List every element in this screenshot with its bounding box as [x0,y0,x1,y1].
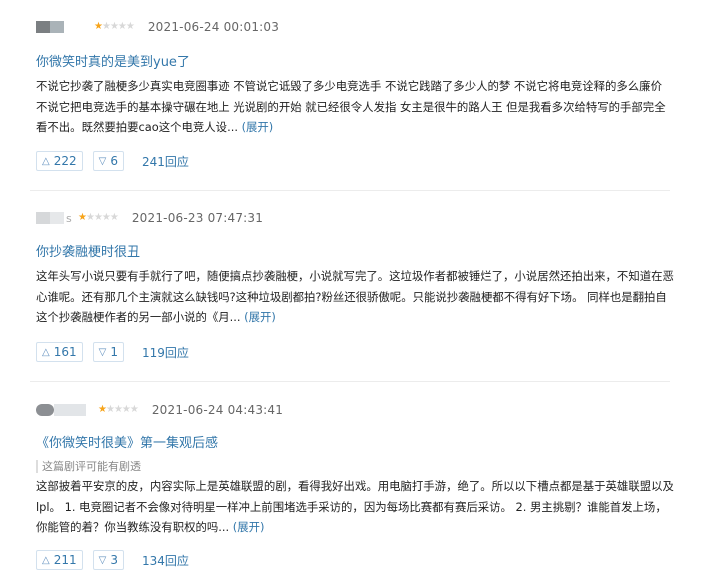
review-time: 2021-06-24 00:01:03 [147,20,280,34]
star-icon: ★ [125,21,135,32]
upvote-count: 161 [53,345,77,359]
review-body-text: 不说它抄袭了融梗多少真实电竞圈事迹 不管说它诋毁了多少电竞选手 不说它践踏了多少… [36,79,666,134]
expand-link[interactable]: (展开) [242,120,274,134]
downvote-count: 1 [110,345,118,359]
divider [30,190,670,191]
downvote-count: 3 [110,553,118,567]
star-icon: ★ [113,404,123,415]
review-body-text: 这部披着平安京的皮，内容实际上是英雄联盟的剧，看得我好出戏。用电脑打手游，绝了。… [36,479,674,534]
rating-stars: ★ ★ ★ ★ ★ [98,404,139,415]
review-meta: ★ ★ ★ ★ ★ 2021-06-24 00:01:03 [36,18,279,36]
star-icon: ★ [93,212,103,223]
review-actions: △ 161 ▽ 1 119回应 [36,342,189,362]
downvote-button[interactable]: ▽ 6 [92,151,124,171]
review-body: 不说它抄袭了融梗多少真实电竞圈事迹 不管说它诋毁了多少电竞选手 不说它践踏了多少… [36,76,676,138]
upvote-button[interactable]: △ 222 [36,151,83,171]
review-actions: △ 222 ▽ 6 241回应 [36,151,189,171]
rating-stars: ★ ★ ★ ★ ★ [78,212,119,223]
reply-link[interactable]: 119回应 [142,344,189,361]
star-icon: ★ [121,404,131,415]
reply-link[interactable]: 241回应 [142,153,189,170]
expand-link[interactable]: (展开) [233,520,265,534]
downvote-button[interactable]: ▽ 3 [92,550,124,570]
downvote-count: 6 [110,154,118,168]
upvote-button[interactable]: △ 161 [36,342,83,362]
review-title[interactable]: 你抄袭融梗时很丑 [36,241,140,260]
triangle-down-icon: ▽ [98,346,107,358]
review-body: 这年头写小说只要有手就行了吧，随便搞点抄袭融梗，小说就写完了。这垃圾作者都被锤烂… [36,266,676,328]
review-meta: ★ ★ ★ ★ ★ 2021-06-24 04:43:41 [36,401,283,419]
reply-link[interactable]: 134回应 [142,552,189,569]
avatar[interactable] [36,209,64,227]
review-time: 2021-06-23 07:47:31 [131,211,264,225]
upvote-count: 211 [53,553,77,567]
star-icon: ★ [94,21,103,32]
triangle-up-icon: △ [42,346,50,358]
star-icon: ★ [109,21,119,32]
star-icon: ★ [101,212,111,223]
upvote-button[interactable]: △ 211 [36,550,83,570]
divider [30,381,670,382]
triangle-down-icon: ▽ [98,554,107,566]
star-icon: ★ [101,21,111,32]
review-meta: s ★ ★ ★ ★ ★ 2021-06-23 07:47:31 [36,209,263,227]
star-icon: ★ [129,404,139,415]
expand-link[interactable]: (展开) [244,310,276,324]
review-body: 这部披着平安京的皮，内容实际上是英雄联盟的剧，看得我好出戏。用电脑打手游，绝了。… [36,476,676,538]
review-body-text: 这年头写小说只要有手就行了吧，随便搞点抄袭融梗，小说就写完了。这垃圾作者都被锤烂… [36,269,674,324]
triangle-up-icon: △ [42,155,50,167]
username[interactable]: s [66,212,76,225]
star-icon: ★ [98,404,107,415]
star-icon: ★ [105,404,115,415]
review-title[interactable]: 你微笑时真的是美到yue了 [36,51,190,70]
upvote-count: 222 [53,154,77,168]
star-icon: ★ [85,212,95,223]
avatar[interactable] [36,18,64,36]
star-icon: ★ [117,21,127,32]
star-icon: ★ [109,212,119,223]
triangle-down-icon: ▽ [98,155,107,167]
rating-stars: ★ ★ ★ ★ ★ [94,21,135,32]
triangle-up-icon: △ [42,554,50,566]
spoiler-note: 这篇剧评可能有剧透 [36,460,141,473]
downvote-button[interactable]: ▽ 1 [92,342,124,362]
avatar[interactable] [36,401,86,419]
review-title[interactable]: 《你微笑时很美》第一集观后感 [36,432,218,451]
review-actions: △ 211 ▽ 3 134回应 [36,550,189,570]
star-icon: ★ [78,212,87,223]
review-time: 2021-06-24 04:43:41 [151,403,284,417]
